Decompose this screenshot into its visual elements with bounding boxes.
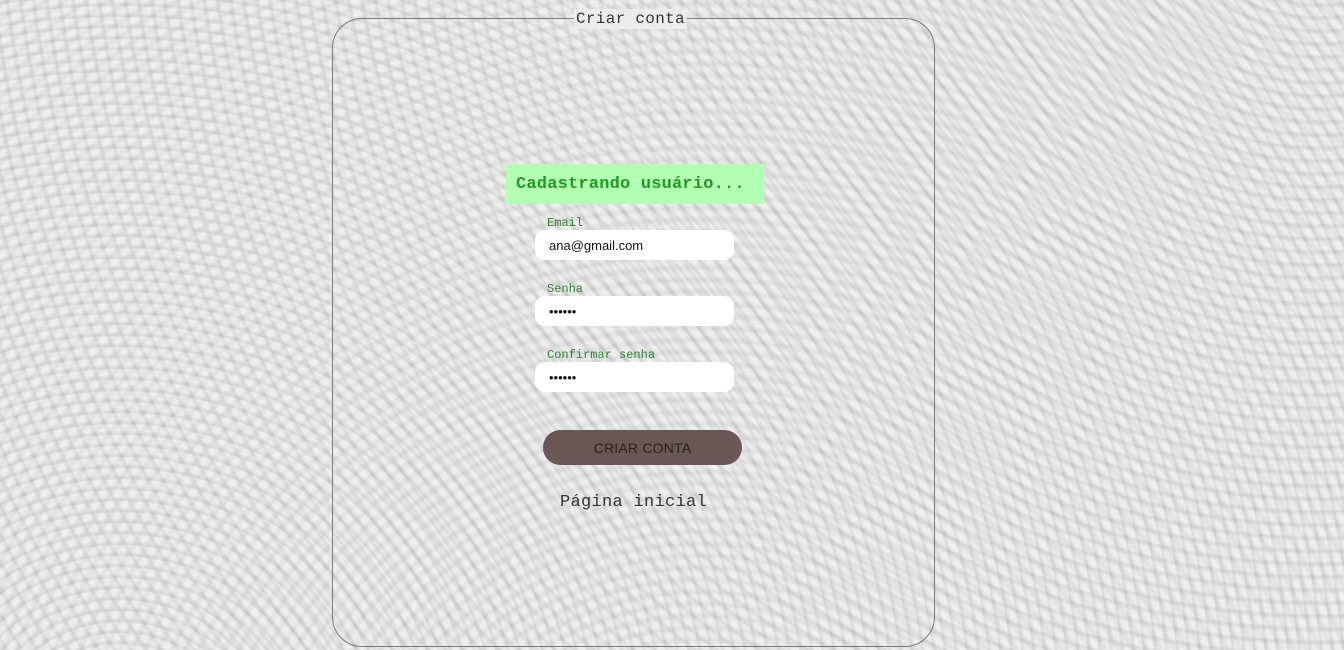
email-field[interactable] [535,230,734,260]
password-label: Senha [547,282,584,296]
confirm-password-label: Confirmar senha [547,348,656,362]
create-account-button[interactable]: CRIAR CONTA [543,430,742,465]
confirm-password-field[interactable] [535,362,734,392]
home-page-link[interactable]: Página inicial [560,493,707,512]
card-legend: Criar conta [574,9,687,29]
status-banner: Cadastrando usuário... [506,164,764,204]
password-field[interactable] [535,296,734,326]
signup-card [332,18,935,647]
email-label: Email [547,216,584,230]
